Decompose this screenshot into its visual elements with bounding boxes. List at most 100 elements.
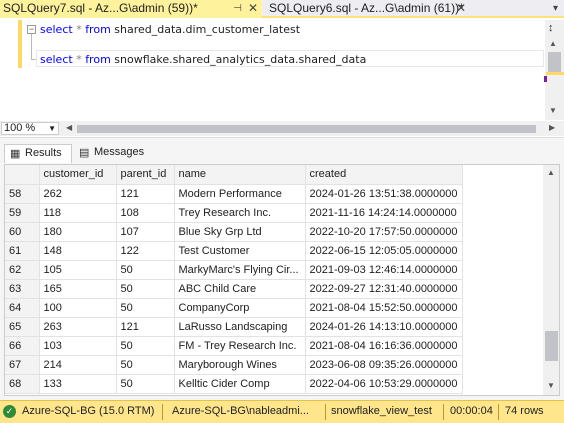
cell-created[interactable]: 2023-06-08 09:35:26.0000000 [305,355,463,375]
scroll-up-icon[interactable]: ▲ [549,39,557,48]
cell-created[interactable]: 2021-11-16 14:24:14.0000000 [305,203,463,223]
cell-customer-id[interactable]: 105 [39,260,117,280]
cell-name[interactable]: LaRusso Landscaping [174,317,306,337]
tab-sqlquery7[interactable]: SQLQuery7.sql - Az...G\admin (59))* ⊣ ✕ [0,0,262,18]
cell-rownum[interactable]: 58 [5,184,40,204]
cell-name[interactable]: Test Customer [174,241,306,261]
results-grid[interactable]: customer_id parent_id name created 58 262… [4,164,560,396]
collapse-icon[interactable]: − [27,25,36,34]
cell-name[interactable]: Trey Research Inc. [174,203,306,223]
table-row[interactable]: 64 100 50 CompanyCorp 2021-08-04 15:52:50.00… [5,298,463,318]
cell-parent-id[interactable]: 50 [116,260,175,280]
cell-name[interactable]: CompanyCorp [174,298,306,318]
cell-customer-id[interactable]: 165 [39,279,117,299]
cell-rownum[interactable]: 62 [5,260,40,280]
scroll-up-icon[interactable]: ▲ [547,168,555,177]
table-row[interactable]: 60 180 107 Blue Sky Grp Ltd 2022-10-20 17:57… [5,222,463,242]
tab-sqlquery6[interactable]: SQLQuery6.sql - Az...G\admin (61))* ✕ [266,0,466,18]
table-row[interactable]: 65 263 121 LaRusso Landscaping 2024-01-26 14… [5,317,463,337]
cell-created[interactable]: 2022-10-20 17:57:50.0000000 [305,222,463,242]
cell-parent-id[interactable]: 107 [116,222,175,242]
cell-created[interactable]: 2021-08-04 16:16:36.0000000 [305,336,463,356]
cell-customer-id[interactable]: 263 [39,317,117,337]
cell-parent-id[interactable]: 50 [116,279,175,299]
cell-rownum[interactable]: 68 [5,374,40,394]
query-editor[interactable]: − select * from shared_data.dim_customer… [0,20,564,120]
code-line-2[interactable]: select * from snowflake.shared_analytics… [40,53,366,66]
cell-customer-id[interactable]: 148 [39,241,117,261]
cell-name[interactable]: MarkyMarc's Flying Cir... [174,260,306,280]
column-header-rownum[interactable] [5,165,40,185]
scrollbar-thumb[interactable] [545,331,558,361]
grid-icon: ▦ [10,148,21,160]
cell-name[interactable]: Blue Sky Grp Ltd [174,222,306,242]
cell-name[interactable]: FM - Trey Research Inc. [174,336,306,356]
cell-customer-id[interactable]: 133 [39,374,117,394]
code-line-1[interactable]: select * from shared_data.dim_customer_l… [40,23,300,36]
cell-created[interactable]: 2024-01-26 14:13:10.0000000 [305,317,463,337]
close-icon[interactable]: ✕ [456,0,466,17]
cell-parent-id[interactable]: 50 [116,355,175,375]
cell-created[interactable]: 2022-09-27 12:31:40.0000000 [305,279,463,299]
cell-parent-id[interactable]: 50 [116,374,175,394]
cell-parent-id[interactable]: 50 [116,298,175,318]
cell-created[interactable]: 2021-09-03 12:46:14.0000000 [305,260,463,280]
table-row[interactable]: 67 214 50 Maryborough Wines 2023-06-08 09:35… [5,355,463,375]
column-header-customer-id[interactable]: customer_id [39,165,117,185]
cell-customer-id[interactable]: 118 [39,203,117,223]
divider [443,404,444,420]
column-header-created[interactable]: created [305,165,463,185]
cell-customer-id[interactable]: 262 [39,184,117,204]
tab-overflow-icon[interactable]: ▾ [553,0,558,17]
scroll-right-icon[interactable]: ▶ [549,123,555,132]
cell-rownum[interactable]: 65 [5,317,40,337]
scrollbar-thumb[interactable] [548,52,561,74]
cell-created[interactable]: 2021-08-04 15:52:50.0000000 [305,298,463,318]
cell-rownum[interactable]: 63 [5,279,40,299]
scroll-down-icon[interactable]: ▼ [547,381,555,390]
table-row[interactable]: 62 105 50 MarkyMarc's Flying Cir... 2021-09-… [5,260,463,280]
cell-rownum[interactable]: 64 [5,298,40,318]
cell-rownum[interactable]: 61 [5,241,40,261]
tab-label: SQLQuery7.sql - Az...G\admin (59))* [3,1,198,15]
cell-rownum[interactable]: 60 [5,222,40,242]
cell-created[interactable]: 2022-06-15 12:05:05.0000000 [305,241,463,261]
cell-created[interactable]: 2024-01-26 13:51:38.0000000 [305,184,463,204]
cell-parent-id[interactable]: 122 [116,241,175,261]
cell-rownum[interactable]: 66 [5,336,40,356]
zoom-select[interactable]: 100 % ▼ [1,122,59,135]
table-row[interactable]: 59 118 108 Trey Research Inc. 2021-11-16 14:… [5,203,463,223]
chevron-down-icon[interactable]: ▼ [48,123,56,134]
close-icon[interactable]: ✕ [248,0,258,17]
cell-name[interactable]: ABC Child Care [174,279,306,299]
cell-name[interactable]: Modern Performance [174,184,306,204]
scroll-down-icon[interactable]: ▼ [549,106,557,115]
table-row[interactable]: 68 133 50 Kelltic Cider Comp 2022-04-06 10:5… [5,374,463,394]
results-vertical-scrollbar[interactable]: ▲ ▼ [543,165,559,395]
cell-name[interactable]: Maryborough Wines [174,355,306,375]
cell-parent-id[interactable]: 50 [116,336,175,356]
cell-rownum[interactable]: 59 [5,203,40,223]
table-row[interactable]: 58 262 121 Modern Performance 2024-01-26 13:… [5,184,463,204]
scroll-left-icon[interactable]: ◀ [66,123,72,132]
split-editor-icon[interactable]: ↕ [548,22,554,34]
table-row[interactable]: 66 103 50 FM - Trey Research Inc. 2021-08-04… [5,336,463,356]
cell-customer-id[interactable]: 103 [39,336,117,356]
column-header-parent-id[interactable]: parent_id [116,165,175,185]
cell-parent-id[interactable]: 108 [116,203,175,223]
cell-customer-id[interactable]: 100 [39,298,117,318]
pin-icon[interactable]: ⊣ [233,0,242,17]
cell-rownum[interactable]: 67 [5,355,40,375]
cell-created[interactable]: 2022-04-06 10:53:29.0000000 [305,374,463,394]
column-header-name[interactable]: name [174,165,306,185]
cell-customer-id[interactable]: 214 [39,355,117,375]
tab-messages[interactable]: ▤ Messages [74,144,152,163]
table-row[interactable]: 61 148 122 Test Customer 2022-06-15 12:05:05… [5,241,463,261]
cell-parent-id[interactable]: 121 [116,184,175,204]
horizontal-scrollbar-thumb[interactable] [77,125,536,133]
tab-results[interactable]: ▦ Results [4,144,72,163]
cell-name[interactable]: Kelltic Cider Comp [174,374,306,394]
cell-parent-id[interactable]: 121 [116,317,175,337]
cell-customer-id[interactable]: 180 [39,222,117,242]
table-row[interactable]: 63 165 50 ABC Child Care 2022-09-27 12:31:40… [5,279,463,299]
